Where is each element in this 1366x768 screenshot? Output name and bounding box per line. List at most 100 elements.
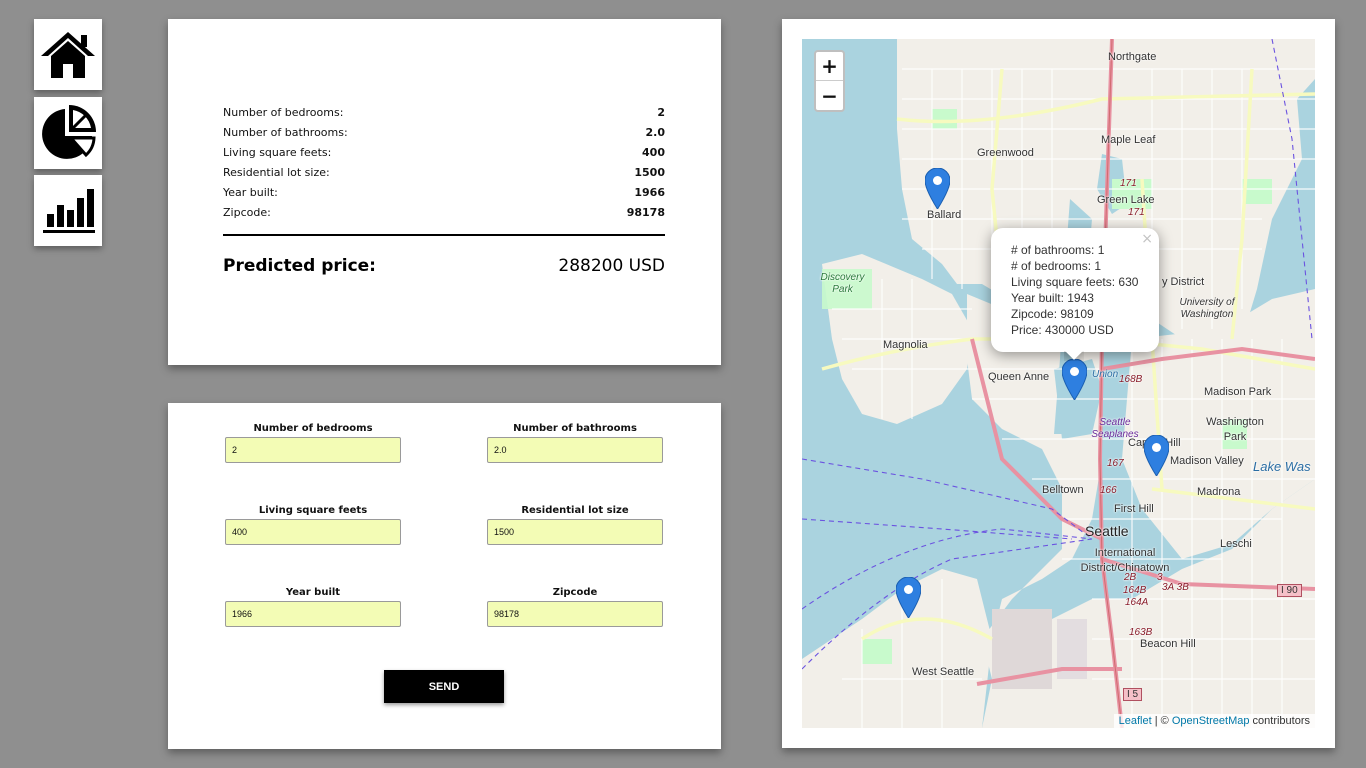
route-label: 3A 3B (1162, 582, 1189, 593)
map-label: Queen Anne (988, 371, 1050, 383)
map-marker-icon[interactable] (896, 577, 921, 618)
field-bedrooms: Number of bedrooms (225, 423, 401, 463)
lot-size-input[interactable] (487, 519, 663, 545)
field-label: Number of bedrooms (253, 423, 373, 434)
map-label: First Hill (1114, 503, 1154, 515)
map-label: Madrona (1197, 486, 1241, 498)
map-label: Ballard (927, 209, 962, 221)
result-row-bathrooms: Number of bathrooms: 2.0 (223, 123, 665, 143)
result-divider (223, 234, 665, 236)
result-value: 1500 (634, 166, 665, 179)
zoom-in-button[interactable]: + (816, 52, 843, 81)
home-icon (41, 31, 95, 78)
interstate-shield: I 90 (1277, 584, 1302, 597)
route-label: 168B (1119, 374, 1143, 385)
result-value: 1966 (634, 186, 665, 199)
map-label: Madison Park (1204, 386, 1272, 398)
route-label: 163B (1129, 627, 1153, 638)
map-label: y District (1162, 276, 1205, 288)
map-label: Seattle (1085, 523, 1129, 539)
zoom-out-button[interactable]: − (816, 81, 843, 110)
map-label: West Seattle (912, 666, 975, 678)
result-row-lot-size: Residential lot size: 1500 (223, 163, 665, 183)
popup-line: Price: 430000 USD (1011, 323, 1114, 337)
popup-tip (1064, 351, 1084, 361)
map-label: Magnolia (883, 339, 928, 351)
map-view[interactable]: Northgate Maple Leaf Greenwood Green Lak… (802, 39, 1315, 728)
popup-close-icon[interactable]: × (1141, 231, 1153, 247)
popup-line: Zipcode: 98109 (1011, 307, 1094, 321)
map-label: Discovery Park (820, 272, 865, 295)
route-label: 164A (1125, 597, 1149, 608)
bathrooms-input[interactable] (487, 437, 663, 463)
result-label: Living square feets: (223, 146, 332, 159)
map-marker-icon[interactable] (1062, 359, 1087, 400)
osm-link[interactable]: OpenStreetMap (1172, 715, 1250, 727)
field-bathrooms: Number of bathrooms (487, 423, 663, 463)
predicted-price-value: 288200 USD (558, 256, 665, 276)
popup-line: Year built: 1943 (1011, 291, 1094, 305)
popup-line: # of bathrooms: 1 (1011, 243, 1105, 257)
result-label: Zipcode: (223, 206, 271, 219)
predicted-price-label: Predicted price: (223, 256, 376, 276)
map-label: Madison Valley (1170, 455, 1244, 467)
map-label: Belltown (1042, 484, 1084, 496)
zoom-control: + − (814, 50, 845, 112)
nav-home-button[interactable] (34, 19, 102, 90)
field-zipcode: Zipcode (487, 587, 663, 627)
map-label: University of Washington (1179, 297, 1235, 320)
popup-line: # of bedrooms: 1 (1011, 259, 1102, 273)
result-label: Number of bedrooms: (223, 106, 344, 119)
map-marker-icon[interactable] (925, 168, 950, 209)
map-label: Northgate (1108, 51, 1157, 63)
map-card: Northgate Maple Leaf Greenwood Green Lak… (782, 19, 1335, 748)
zipcode-input[interactable] (487, 601, 663, 627)
map-popup: × # of bathrooms: 1 # of bedrooms: 1 Liv… (991, 228, 1159, 352)
prediction-form-card: Number of bedrooms Number of bathrooms L… (168, 403, 721, 749)
leaflet-link[interactable]: Leaflet (1119, 715, 1152, 727)
result-value: 400 (642, 146, 665, 159)
field-label: Year built (285, 587, 341, 598)
field-label: Living square feets (258, 505, 368, 516)
bedrooms-input[interactable] (225, 437, 401, 463)
result-row-living-sqft: Living square feets: 400 (223, 143, 665, 163)
route-label: 171 (1120, 178, 1137, 189)
route-label: 167 (1107, 458, 1124, 469)
result-label: Number of bathrooms: (223, 126, 348, 139)
map-attribution: Leaflet | © OpenStreetMap contributors (1113, 714, 1315, 728)
map-label: Greenwood (977, 147, 1034, 159)
prediction-result-card: Number of bedrooms: 2 Number of bathroom… (168, 19, 721, 365)
map-tiles (802, 39, 1315, 728)
map-label: Lake Was (1253, 459, 1311, 474)
send-button[interactable]: SEND (384, 670, 504, 703)
attribution-separator: | © (1151, 715, 1172, 727)
bar-chart-icon (43, 188, 95, 233)
route-label: 166 (1100, 485, 1117, 496)
result-row-year-built: Year built: 1966 (223, 183, 665, 203)
nav-stats-button[interactable] (34, 97, 102, 169)
result-value: 2 (657, 106, 665, 119)
field-label: Number of bathrooms (513, 423, 637, 434)
interstate-shield: I 5 (1123, 688, 1143, 701)
route-label: 2B (1124, 572, 1137, 583)
result-label: Residential lot size: (223, 166, 330, 179)
map-marker-icon[interactable] (1144, 435, 1169, 476)
map-label: Union (1092, 369, 1119, 380)
result-label: Year built: (223, 186, 278, 199)
result-row-bedrooms: Number of bedrooms: 2 (223, 103, 665, 123)
pie-chart-icon (42, 105, 96, 159)
year-built-input[interactable] (225, 601, 401, 627)
map-label: Green Lake (1097, 194, 1155, 206)
map-label: Maple Leaf (1101, 134, 1156, 146)
living-sqft-input[interactable] (225, 519, 401, 545)
field-year-built: Year built (225, 587, 401, 627)
map-label: Washington Park (1206, 416, 1264, 443)
nav-charts-button[interactable] (34, 175, 102, 246)
result-value: 2.0 (645, 126, 666, 139)
result-row-zipcode: Zipcode: 98178 (223, 203, 665, 223)
field-lot-size: Residential lot size (487, 505, 663, 545)
route-label: 171 (1128, 207, 1145, 218)
attribution-suffix: contributors (1249, 715, 1310, 727)
field-label: Zipcode (552, 587, 598, 598)
popup-line: Living square feets: 630 (1011, 275, 1139, 289)
